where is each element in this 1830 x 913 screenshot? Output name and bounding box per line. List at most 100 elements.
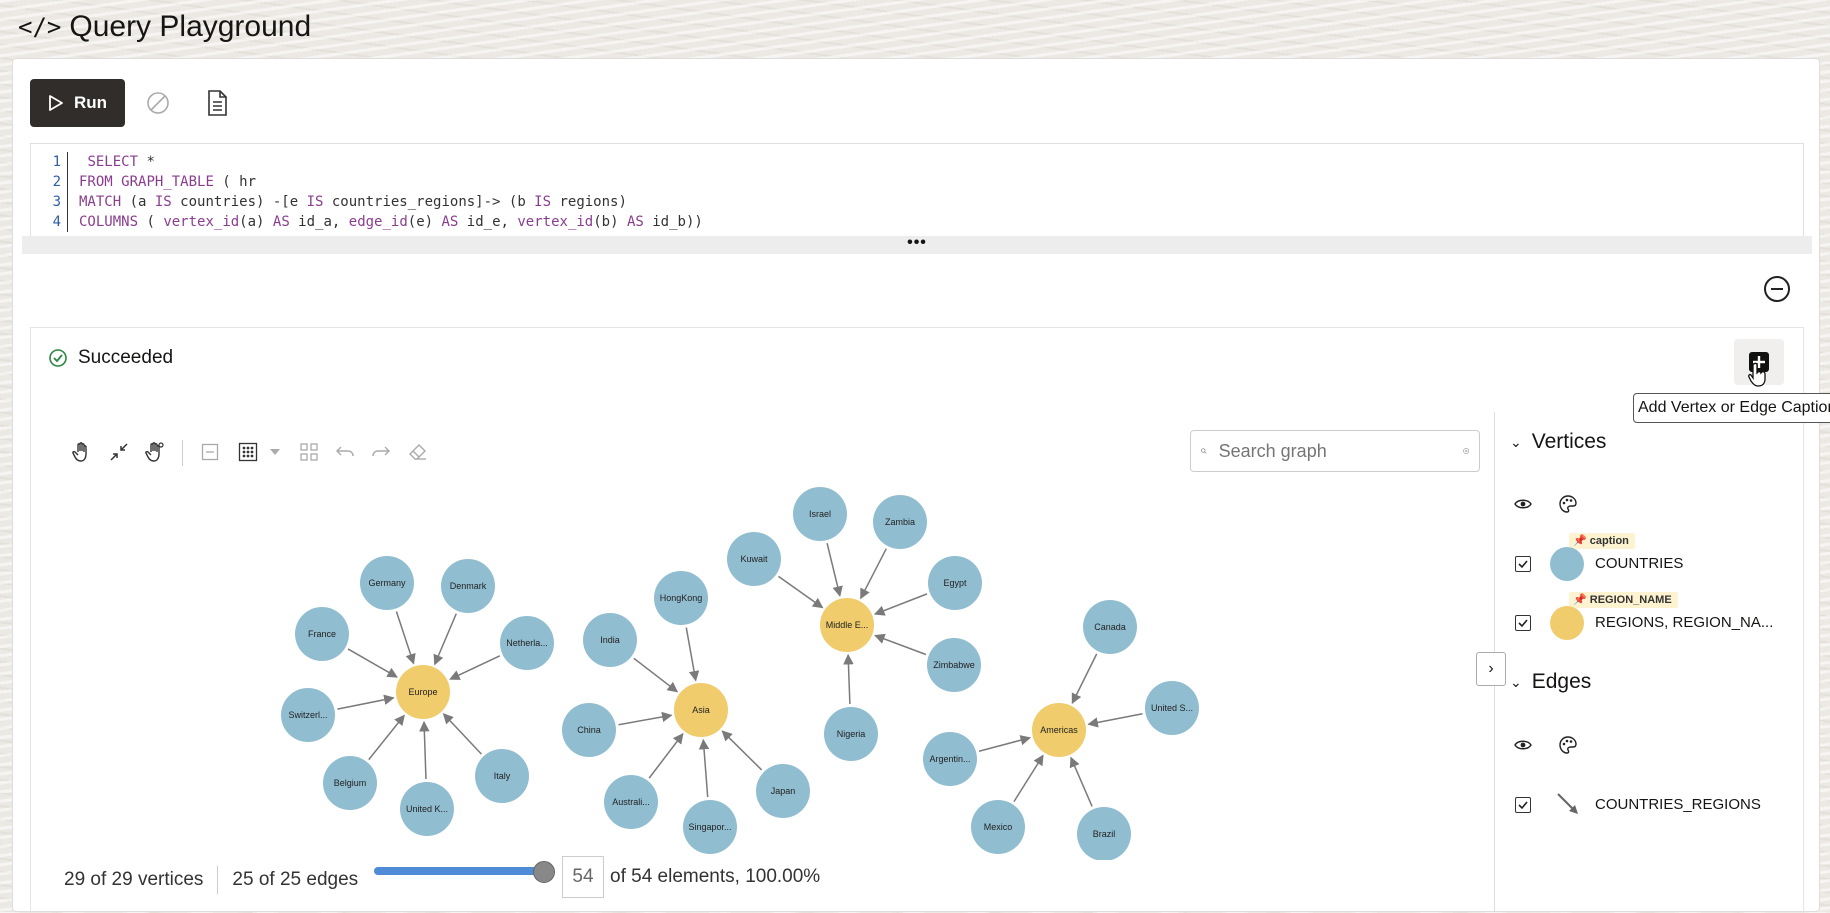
layout-dropdown[interactable]	[265, 437, 285, 467]
region-vertex-label: Americas	[1040, 725, 1078, 735]
palette-icon	[1559, 495, 1577, 513]
graph-search[interactable]	[1190, 430, 1480, 472]
graph-edge[interactable]	[978, 735, 1032, 753]
vertex-style-button[interactable]	[1555, 491, 1581, 517]
graph-edge[interactable]	[368, 714, 405, 761]
country-vertex-label: China	[577, 725, 601, 735]
country-vertex-label: Mexico	[984, 822, 1013, 832]
country-vertex-label: Israel	[809, 509, 831, 519]
editor-resize-handle[interactable]: •••	[22, 235, 1812, 254]
country-vertex-label: Singapor...	[688, 822, 731, 832]
graph-edge[interactable]	[874, 633, 927, 656]
graph-edge[interactable]	[698, 738, 710, 798]
group-icon	[300, 443, 318, 461]
country-vertex-label: Germany	[368, 578, 406, 588]
country-vertex-label: Brazil	[1093, 829, 1116, 839]
graph-edge[interactable]	[1071, 653, 1098, 705]
graph-edge[interactable]	[843, 653, 854, 705]
element-count-label: of 54 elements, 100.00%	[610, 866, 821, 887]
country-vertex-label: Kuwait	[740, 554, 768, 564]
run-button[interactable]: Run	[30, 79, 125, 127]
countries-checkbox[interactable]	[1515, 556, 1531, 572]
country-vertex-label: India	[600, 635, 620, 645]
country-vertex-label: Italy	[494, 771, 511, 781]
code-lines[interactable]: SELECT * FROM GRAPH_TABLE ( hr MATCH (a …	[79, 152, 703, 232]
undo-button[interactable]	[330, 437, 360, 467]
graph-edge[interactable]	[337, 694, 395, 710]
check-icon	[1518, 560, 1528, 569]
clear-icon[interactable]	[1462, 442, 1469, 460]
graph-edge[interactable]	[347, 648, 398, 678]
undo-icon	[336, 446, 354, 457]
graph-edge[interactable]	[721, 730, 763, 771]
fit-to-screen-tool[interactable]	[104, 437, 134, 467]
eraser-icon	[409, 444, 426, 460]
graph-canvas[interactable]: Germany Denmark France Netherla... Switzerl.…	[30, 470, 1470, 860]
country-vertex-label: Argentin...	[929, 754, 970, 764]
graph-edge[interactable]	[1069, 756, 1093, 807]
layout-tool[interactable]	[233, 437, 263, 467]
eraser-button[interactable]	[403, 437, 433, 467]
cancel-icon	[147, 92, 169, 114]
palette-icon	[1559, 736, 1577, 754]
country-vertex-label: HongKong	[660, 593, 703, 603]
graph-edge[interactable]	[826, 542, 843, 597]
line-number: 4	[52, 214, 61, 230]
graph-edge[interactable]	[873, 593, 928, 616]
country-vertex-label: France	[308, 629, 336, 639]
toggle-legend-button[interactable]: ›	[1476, 652, 1506, 686]
regions-label: REGIONS, REGION_NA...	[1595, 614, 1774, 631]
countries-label: COUNTRIES	[1595, 555, 1684, 572]
edges-title: Edges	[1531, 670, 1592, 693]
page-title-text: Query Playground	[69, 10, 312, 43]
country-vertex-label: Nigeria	[837, 729, 866, 739]
graph-edge[interactable]	[618, 711, 673, 726]
graph-edge[interactable]	[860, 548, 887, 600]
edge-visibility-button[interactable]	[1510, 732, 1536, 758]
edges-section-header[interactable]: ⌄ Edges	[1510, 670, 1591, 694]
element-slider-thumb[interactable]	[533, 861, 555, 883]
graph-edge[interactable]	[442, 713, 482, 755]
graph-edge[interactable]	[449, 655, 501, 680]
play-icon	[49, 95, 63, 111]
graph-edge[interactable]	[395, 611, 416, 665]
redo-button[interactable]	[366, 437, 396, 467]
pan-tool[interactable]	[67, 437, 97, 467]
vertex-visibility-button[interactable]	[1510, 491, 1536, 517]
drag-tool[interactable]	[140, 437, 170, 467]
regions-swatch	[1550, 606, 1584, 640]
edge-count: 25 of 25 edges	[232, 869, 359, 890]
graph-edge[interactable]	[1013, 754, 1044, 803]
edge-style-button[interactable]	[1555, 732, 1581, 758]
graph-edge[interactable]	[433, 613, 457, 666]
group-tool[interactable]	[294, 437, 324, 467]
collapse-button[interactable]	[1762, 274, 1792, 304]
regions-checkbox[interactable]	[1515, 615, 1531, 631]
grid-dots-icon	[238, 442, 258, 462]
document-button[interactable]	[199, 85, 235, 121]
country-vertex-label: United S...	[1151, 703, 1193, 713]
graph-edge[interactable]	[1087, 712, 1143, 728]
code-line: SELECT *	[87, 154, 155, 170]
graph-edge[interactable]	[685, 627, 700, 682]
country-vertex-label: Japan	[771, 786, 796, 796]
region-name-tag-text: REGION_NAME	[1589, 594, 1672, 606]
element-count-input[interactable]: 54	[562, 856, 604, 898]
search-input[interactable]	[1216, 439, 1453, 463]
graph-edge[interactable]	[419, 720, 430, 780]
hand-pointer-icon	[145, 442, 164, 462]
country-vertex-label: Zimbabwe	[933, 660, 975, 670]
eye-icon	[1514, 740, 1532, 750]
country-vertex-label: Belgium	[334, 778, 367, 788]
graph-edge[interactable]	[648, 733, 684, 779]
chevron-down-icon: ⌄	[1510, 433, 1522, 450]
vertices-section-header[interactable]: ⌄ Vertices	[1510, 430, 1606, 454]
graph-edge[interactable]	[633, 657, 679, 693]
hand-cursor-icon	[1748, 362, 1766, 387]
element-slider-track[interactable]	[374, 867, 544, 875]
cancel-button[interactable]	[140, 85, 176, 121]
query-editor[interactable]: 1 2 3 4 SELECT * FROM GRAPH_TABLE ( hr M…	[30, 143, 1804, 236]
graph-edge[interactable]	[778, 575, 824, 609]
countries-regions-checkbox[interactable]	[1515, 797, 1531, 813]
collapse-tool[interactable]	[195, 437, 225, 467]
